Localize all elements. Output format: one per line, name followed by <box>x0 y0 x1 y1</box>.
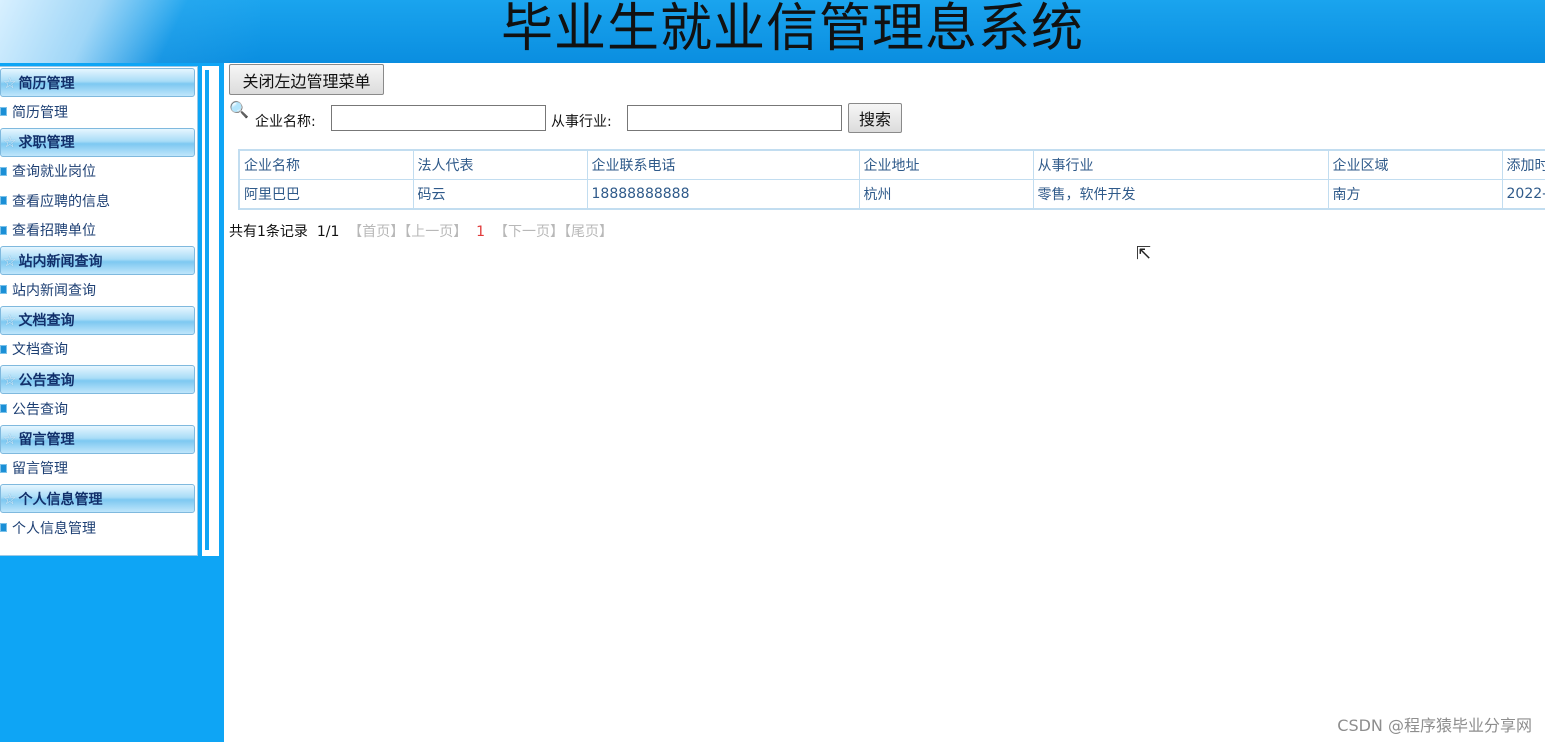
record-count: 共有1条记录 <box>229 224 308 240</box>
sidebar-group-header[interactable]: ☆ 公告查询 <box>0 365 195 394</box>
prev-page-link[interactable]: 【上一页】 <box>404 224 467 240</box>
square-bullet-icon <box>0 107 7 117</box>
sidebar-item-label: 查看应聘的信息 <box>12 193 110 210</box>
sidebar-item-label: 简历管理 <box>12 104 68 121</box>
next-page-link[interactable]: 【下一页】 <box>494 224 564 240</box>
close-menu-button[interactable]: 关闭左边管理菜单 <box>229 64 384 95</box>
square-bullet-icon <box>0 196 7 206</box>
sidebar-item[interactable]: 留言管理 <box>0 454 197 484</box>
header-banner: 毕业生就业信管理息系统 <box>0 0 1545 63</box>
sidebar-item[interactable]: 查询就业岗位 <box>0 157 197 187</box>
table-cell: 阿里巴巴 <box>238 179 414 210</box>
star-icon: ☆ <box>3 489 17 508</box>
main-content: 关闭左边管理菜单 🔍 企业名称: 从事行业: 搜索 企业名称 法人代表 企业联系电话… <box>224 63 1545 742</box>
sidebar-group-header[interactable]: ☆ 站内新闻查询 <box>0 246 195 275</box>
table-row[interactable]: 阿里巴巴 码云 18888888888 杭州 零售，软件开发 南方 2022- <box>238 179 1545 210</box>
company-table: 企业名称 法人代表 企业联系电话 企业地址 从事行业 企业区域 添加时 阿里巴巴 码云 18888… <box>238 149 1545 210</box>
star-icon: ☆ <box>3 251 17 270</box>
table-cell: 杭州 <box>858 179 1034 210</box>
sidebar-splitter[interactable] <box>202 66 219 556</box>
sidebar-item[interactable]: 查看应聘的信息 <box>0 186 197 216</box>
star-icon: ☆ <box>3 370 17 389</box>
sidebar-group-header[interactable]: ☆ 求职管理 <box>0 127 195 157</box>
sidebar-item[interactable]: 公告查询 <box>0 394 197 424</box>
sidebar-group-title: 公告查询 <box>18 372 75 389</box>
star-icon: ☆ <box>3 311 17 329</box>
table-cell: 18888888888 <box>586 179 860 210</box>
search-button[interactable]: 搜索 <box>848 103 902 133</box>
sidebar-group-title: 文档查询 <box>18 313 75 329</box>
sidebar-group-title: 求职管理 <box>18 135 75 151</box>
table-header-row: 企业名称 法人代表 企业联系电话 企业地址 从事行业 企业区域 添加时 <box>238 149 1545 180</box>
square-bullet-icon <box>0 166 7 176</box>
sidebar-item-label: 查看招聘单位 <box>12 223 96 240</box>
first-page-link[interactable]: 【首页】 <box>348 224 404 240</box>
table-cell: 零售，软件开发 <box>1032 179 1329 210</box>
sidebar-group-title: 留言管理 <box>18 432 75 448</box>
company-name-input[interactable] <box>331 105 546 131</box>
column-header: 添加时 <box>1501 149 1545 180</box>
page-title: 毕业生就业信管理息系统 <box>500 0 1084 59</box>
pagination: 共有1条记录 1/1 【首页】【上一页】 1 【下一页】【尾页】 <box>229 221 613 241</box>
column-header: 法人代表 <box>412 149 588 180</box>
sidebar-item-label: 查询就业岗位 <box>12 164 96 181</box>
sidebar-item-label: 站内新闻查询 <box>12 282 96 299</box>
company-name-label: 企业名称: <box>255 114 316 130</box>
magnifier-icon: 🔍 <box>229 100 249 119</box>
splitter-strip <box>205 70 209 550</box>
last-page-link[interactable]: 【尾页】 <box>564 224 613 240</box>
sidebar-group-header[interactable]: ☆ 简历管理 <box>0 68 195 97</box>
sidebar-item[interactable]: 文档查询 <box>0 335 197 365</box>
sidebar-item-label: 个人信息管理 <box>12 520 96 537</box>
column-header: 企业区域 <box>1327 149 1503 180</box>
table-cell: 码云 <box>412 179 588 210</box>
page-indicator: 1/1 <box>316 224 340 240</box>
column-header: 企业地址 <box>858 149 1034 180</box>
sidebar-group-header[interactable]: ☆ 留言管理 <box>0 424 195 454</box>
sidebar-group-title: 简历管理 <box>18 75 75 92</box>
column-header: 从事行业 <box>1032 149 1329 180</box>
star-icon: ☆ <box>3 73 17 92</box>
square-bullet-icon <box>0 523 7 533</box>
sidebar-group-title: 站内新闻查询 <box>18 253 103 270</box>
table-cell: 2022- <box>1501 179 1545 210</box>
watermark: CSDN @程序猿毕业分享网 <box>1337 716 1532 735</box>
square-bullet-icon <box>0 285 7 295</box>
sidebar-menu: ☆ 简历管理 简历管理 ☆ 求职管理 查询就业岗位 查看应聘的信息 查看招聘单位 ☆ 站内新闻查询… <box>0 66 198 556</box>
table-cell: 南方 <box>1327 179 1503 210</box>
mouse-cursor-icon: ⇱ <box>1136 243 1152 264</box>
sidebar-item-label: 留言管理 <box>12 461 68 478</box>
sidebar-item[interactable]: 个人信息管理 <box>0 513 197 543</box>
sidebar-item-label: 公告查询 <box>12 401 68 418</box>
square-bullet-icon <box>0 225 7 235</box>
industry-label: 从事行业: <box>551 114 612 130</box>
column-header: 企业名称 <box>238 149 414 180</box>
sidebar-group-title: 个人信息管理 <box>18 491 103 508</box>
sidebar-group-header[interactable]: ☆ 文档查询 <box>0 305 195 335</box>
sidebar-item[interactable]: 查看招聘单位 <box>0 216 197 246</box>
industry-input[interactable] <box>627 105 842 131</box>
column-header: 企业联系电话 <box>586 149 860 180</box>
sidebar-group-header[interactable]: ☆ 个人信息管理 <box>0 484 195 513</box>
square-bullet-icon <box>0 463 7 473</box>
square-bullet-icon <box>0 344 7 354</box>
search-bar: 🔍 企业名称: 从事行业: <box>229 100 929 133</box>
sidebar-item[interactable]: 站内新闻查询 <box>0 275 197 305</box>
current-page-number[interactable]: 1 <box>476 224 485 240</box>
star-icon: ☆ <box>3 133 17 151</box>
star-icon: ☆ <box>3 430 17 448</box>
sidebar-item-label: 文档查询 <box>12 342 68 359</box>
square-bullet-icon <box>0 404 7 414</box>
sidebar-item[interactable]: 简历管理 <box>0 97 197 127</box>
